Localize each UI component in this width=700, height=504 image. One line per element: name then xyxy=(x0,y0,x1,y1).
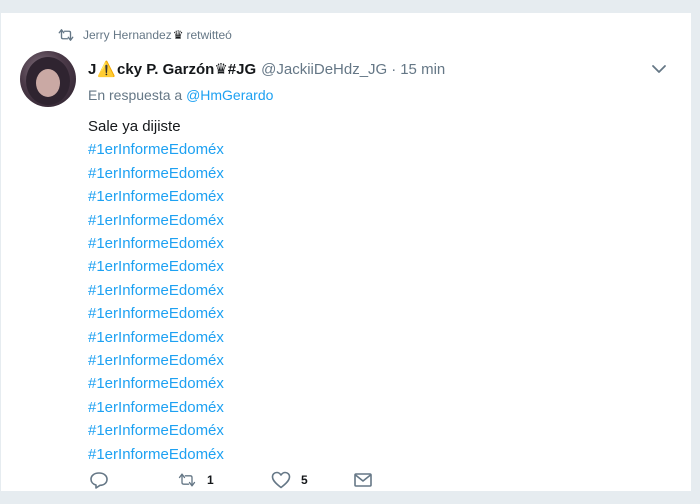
hashtag-link[interactable]: #1erInformeEdoméx xyxy=(88,419,648,442)
hashtag-link[interactable]: #1erInformeEdoméx xyxy=(88,349,648,372)
hashtag-link[interactable]: #1erInformeEdoméx xyxy=(88,443,648,466)
direct-message-button[interactable] xyxy=(353,471,373,489)
hashtag-link[interactable]: #1erInformeEdoméx xyxy=(88,372,648,395)
separator-dot: · xyxy=(391,60,397,78)
hashtag-link[interactable]: #1erInformeEdoméx xyxy=(88,302,648,325)
retweet-button[interactable]: 1 xyxy=(177,471,271,489)
warning-icon: ⚠️ xyxy=(97,61,117,78)
user-handle[interactable]: @JackiiDeHdz_JG xyxy=(261,61,387,78)
hashtag-link[interactable]: #1erInformeEdoméx xyxy=(88,255,648,278)
retweet-icon xyxy=(178,473,196,487)
heart-icon xyxy=(271,471,291,489)
tweet-header: J⚠️cky P. Garzón♛#JG @JackiiDeHdz_JG · 1… xyxy=(88,58,671,80)
hashtag-link[interactable]: #1erInformeEdoméx xyxy=(88,396,648,419)
hashtag-link[interactable]: #1erInformeEdoméx xyxy=(88,138,648,161)
chevron-down-icon[interactable] xyxy=(651,62,667,76)
retweet-icon xyxy=(58,29,74,41)
crown-glyph: ♛ xyxy=(214,61,228,78)
retweet-context: Jerry Hernandez ♛ retwitteó xyxy=(57,27,232,43)
tweet-text: Sale ya dijiste #1erInformeEdoméx #1erIn… xyxy=(88,115,648,466)
reply-prefix: En respuesta a xyxy=(88,87,183,103)
hashtag-link[interactable]: #1erInformeEdoméx xyxy=(88,326,648,349)
hashtag-link[interactable]: #1erInformeEdoméx xyxy=(88,162,648,185)
reply-context: En respuesta a @HmGerardo xyxy=(88,87,273,103)
hashtag-link[interactable]: #1erInformeEdoméx xyxy=(88,279,648,302)
tweet-actions: 1 5 xyxy=(89,469,373,491)
reply-icon xyxy=(90,472,108,489)
reply-user-link[interactable]: @HmGerardo xyxy=(186,87,273,103)
hashtag-link[interactable]: #1erInformeEdoméx xyxy=(88,185,648,208)
envelope-icon xyxy=(354,473,372,487)
retweet-label: retwitteó xyxy=(186,28,232,42)
hashtag-link[interactable]: #1erInformeEdoméx xyxy=(88,209,648,232)
reply-button[interactable] xyxy=(89,471,177,489)
retweet-count: 1 xyxy=(207,473,214,487)
avatar[interactable] xyxy=(20,51,76,107)
hashtag-link[interactable]: #1erInformeEdoméx xyxy=(88,232,648,255)
timestamp[interactable]: 15 min xyxy=(400,61,445,78)
tweet-card[interactable]: Jerry Hernandez ♛ retwitteó J⚠️cky P. Ga… xyxy=(0,12,692,492)
retweeter-name[interactable]: Jerry Hernandez xyxy=(83,28,172,42)
display-name[interactable]: J⚠️cky P. Garzón♛#JG xyxy=(88,60,256,78)
like-count: 5 xyxy=(301,473,308,487)
crown-glyph: ♛ xyxy=(172,28,184,42)
tweet-body-text: Sale ya dijiste xyxy=(88,118,181,135)
like-button[interactable]: 5 xyxy=(271,471,353,489)
